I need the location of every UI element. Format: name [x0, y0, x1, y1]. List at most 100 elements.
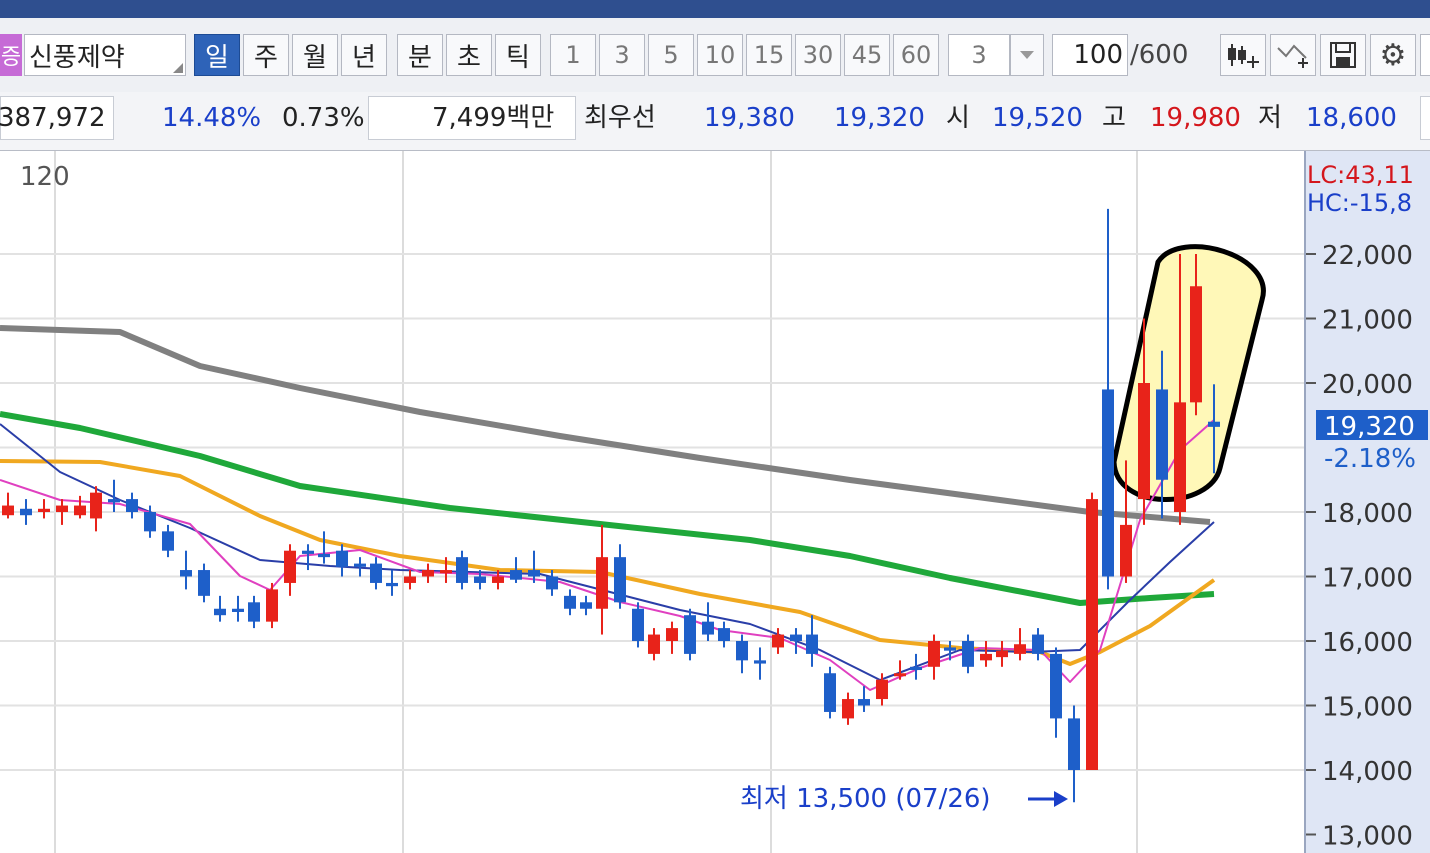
interval-45-button[interactable]: 45 [844, 34, 890, 76]
candle-body [806, 634, 818, 654]
candle-down [564, 589, 576, 616]
candle-body [474, 576, 486, 583]
floppy-save-icon [1330, 42, 1356, 68]
candle-body [248, 602, 260, 622]
candle-body [666, 628, 678, 641]
stock-name: 신풍제약 [29, 42, 125, 73]
candle-up [666, 621, 678, 654]
interval-15-button[interactable]: 15 [746, 34, 792, 76]
candle-down [754, 647, 766, 680]
candle-down [684, 608, 696, 661]
candle-body [648, 634, 660, 654]
candle-body [74, 505, 86, 516]
period-minute-button[interactable]: 분 [397, 34, 443, 76]
candle-body [180, 570, 192, 577]
candle-body [1156, 389, 1168, 480]
extra-panel-button[interactable] [1420, 34, 1430, 76]
interval-10-button[interactable]: 10 [697, 34, 743, 76]
candle-up [74, 495, 86, 519]
amount-value: 7,499백만 [432, 103, 555, 133]
candle-body [162, 531, 174, 551]
candle-body [2, 505, 14, 516]
candle-body [824, 673, 836, 712]
candle-up [56, 499, 68, 525]
period-day-button[interactable]: 일 [194, 34, 240, 76]
candle-body [284, 550, 296, 583]
candle-down [580, 595, 592, 616]
candle-body [354, 563, 366, 567]
interval-select[interactable]: 3 [948, 34, 1010, 76]
candle-body [266, 589, 278, 622]
candle-body [1190, 286, 1202, 403]
interval-1-button[interactable]: 1 [550, 34, 596, 76]
price-tick-label: 14,000 [1322, 757, 1413, 787]
candle-body [56, 505, 68, 512]
candle-down [718, 621, 730, 648]
ma5-line [0, 419, 1215, 691]
chart-toolbar: 증 신풍제약 일 주 월 년 분 초 틱 1 3 5 10 15 30 45 6… [0, 18, 1430, 93]
stock-name-field[interactable]: 신풍제약 [24, 34, 186, 76]
candle-down [910, 653, 922, 680]
candle-up [928, 634, 940, 680]
candle-down [702, 602, 714, 641]
gear-icon: ⚙ [1379, 37, 1407, 73]
price-tick-label: 18,000 [1322, 499, 1413, 529]
candle-up [90, 486, 102, 532]
price-tick-label: 21,000 [1322, 306, 1413, 336]
candle-body [214, 608, 226, 616]
candle-body [386, 582, 398, 587]
candle-down [248, 595, 260, 629]
candle-down [162, 524, 174, 558]
candle-up [1014, 628, 1026, 661]
candle-up [266, 582, 278, 629]
candle-down [824, 666, 836, 719]
low-value: 18,600 [1306, 103, 1397, 133]
current-change-label: -2.18% [1324, 444, 1416, 474]
candle-body [996, 650, 1008, 658]
candle-up [596, 524, 608, 635]
candle-tool-button[interactable] [1220, 34, 1266, 76]
candle-down [232, 595, 244, 622]
candle-body [1138, 383, 1150, 500]
lc-label: LC:43,11 [1307, 161, 1414, 189]
chevron-down-icon [1020, 51, 1034, 59]
candle-body [962, 641, 974, 667]
candle-body [632, 608, 644, 641]
candle-body [842, 699, 854, 719]
period-tick-button[interactable]: 틱 [495, 34, 541, 76]
candle-up [1086, 492, 1098, 770]
turnover-value: 0.73% [282, 103, 365, 133]
price-ticks: 22,000 21,000 20,000 18,000 17,000 16,000 15,0… [1306, 241, 1413, 852]
interval-30-button[interactable]: 30 [795, 34, 841, 76]
candle-up [422, 563, 434, 583]
best-label: 최우선 [584, 103, 656, 133]
candle-up [404, 570, 416, 590]
period-month-button[interactable]: 월 [292, 34, 338, 76]
candle-down [302, 544, 314, 571]
interval-60-button[interactable]: 60 [893, 34, 939, 76]
interval-3-button[interactable]: 3 [599, 34, 645, 76]
candle-down [510, 557, 522, 583]
candle-body [754, 660, 766, 664]
candle-down [126, 492, 138, 519]
candle-body [910, 666, 922, 671]
count-input[interactable]: 100 [1052, 34, 1128, 76]
candle-down [214, 595, 226, 622]
interval-dropdown-button[interactable] [1010, 34, 1044, 76]
period-year-button[interactable]: 년 [341, 34, 387, 76]
candle-body [718, 628, 730, 641]
candle-body [144, 512, 156, 532]
interval-5-button[interactable]: 5 [648, 34, 694, 76]
candlestick-chart[interactable]: 120 LC:43,11 HC:-15,8 22,000 21,000 20,000… [0, 151, 1430, 853]
candle-body [440, 570, 452, 574]
save-button[interactable] [1320, 34, 1366, 76]
candle-down [806, 615, 818, 667]
period-week-button[interactable]: 주 [243, 34, 289, 76]
candle-down [180, 550, 192, 590]
candle-body [336, 550, 348, 567]
period-second-button[interactable]: 초 [446, 34, 492, 76]
candle-body [198, 570, 210, 596]
line-tool-button[interactable] [1270, 34, 1316, 76]
candle-body [108, 499, 120, 503]
settings-button[interactable]: ⚙ [1370, 34, 1416, 76]
